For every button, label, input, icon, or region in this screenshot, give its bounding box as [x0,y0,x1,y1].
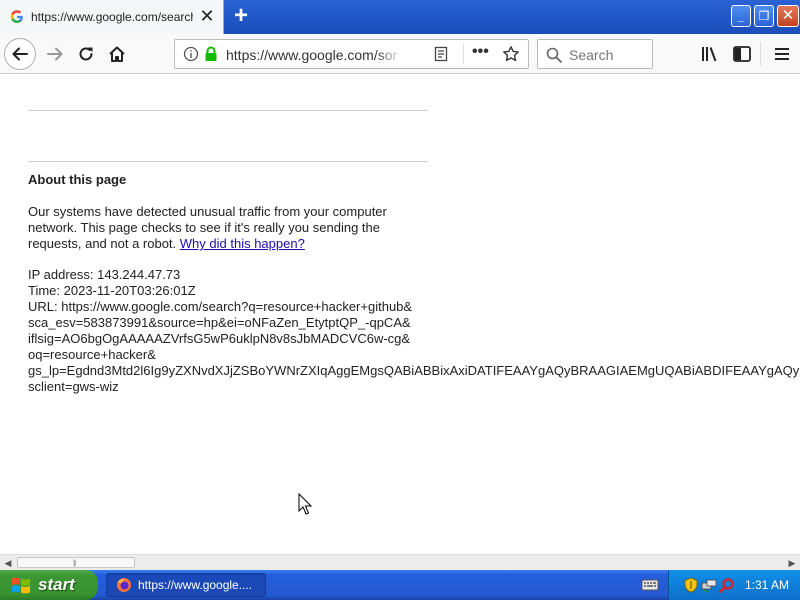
scrollbar-grip-icon: ||| [73,560,77,567]
home-button[interactable] [102,39,132,69]
browser-tab-active[interactable]: https://www.google.com/search?q ✕ [0,0,224,34]
why-did-this-happen-link[interactable]: Why did this happen? [180,236,305,251]
reader-view-icon[interactable] [433,46,449,62]
divider [28,110,428,111]
address-bar-divider [463,44,464,64]
search-box[interactable]: Search [537,39,653,69]
system-tray: 1:31 AM [668,570,800,600]
url-line: sca_esv=583873991&source=hp&ei=oNFaZen_E… [28,315,411,330]
timestamp: Time: 2023-11-20T03:26:01Z [28,283,196,298]
taskbar-item-label: https://www.google.... [138,578,253,592]
scroll-left-arrow-icon[interactable]: ◀ [2,557,14,569]
horizontal-scrollbar[interactable]: ◀ ||| ▶ [0,554,800,570]
search-icon [546,47,562,63]
url-line: gs_lp=Egdnd3Mtd2l6Ig9yZXNvdXJjZSBoYWNrZX… [28,363,800,378]
ip-address: IP address: 143.244.47.73 [28,267,181,282]
tab-title: https://www.google.com/search?q [31,10,193,24]
url-line: oq=resource+hacker& [28,347,156,362]
windows-logo-icon [12,577,30,594]
mouse-cursor-icon [298,493,312,515]
unusual-traffic-paragraph: Our systems have detected unusual traffi… [28,204,398,252]
back-button[interactable] [4,38,36,70]
search-placeholder[interactable]: Search [569,47,613,63]
url-line: sclient=gws-wiz [28,379,119,394]
bookmark-star-icon[interactable] [502,45,520,63]
info-icon[interactable] [183,46,199,62]
scroll-right-arrow-icon[interactable]: ▶ [786,557,798,569]
google-g-icon [9,9,25,25]
page-content: About this page Our systems have detecte… [0,75,800,554]
toolbar-divider [760,42,761,66]
navigation-toolbar: https://www.google.com/sorry ••• Search [0,34,800,74]
tab-close-icon[interactable]: ✕ [199,7,215,25]
keyboard-layout-icon[interactable] [641,577,659,593]
start-label: start [38,575,75,594]
forward-button[interactable] [40,39,70,69]
close-window-button[interactable]: ✕ [777,5,799,27]
forward-arrow-icon [47,47,63,61]
url-fade [375,42,403,66]
divider [28,161,428,162]
search-magnifier-tray-icon[interactable] [719,577,735,593]
clock[interactable]: 1:31 AM [745,578,789,592]
window-title-bar: https://www.google.com/search?q ✕ + _ ❐ … [0,0,800,34]
address-bar[interactable]: https://www.google.com/sorry ••• [174,39,529,69]
back-arrow-icon [12,47,28,61]
minimize-button[interactable]: _ [731,5,751,27]
lock-icon[interactable] [204,46,218,62]
security-shield-icon[interactable] [683,577,699,593]
network-icon[interactable] [701,577,717,593]
url-line: URL: https://www.google.com/search?q=res… [28,299,413,314]
request-info: IP address: 143.244.47.73 Time: 2023-11-… [28,267,800,395]
taskbar: start https://www.google.... 1:31 AM [0,570,800,600]
reload-button[interactable] [71,39,101,69]
firefox-icon [117,578,131,592]
url-line: iflsig=AO6bgOgAAAAAZVrfsG5wP6uklpN8v8sJb… [28,331,411,346]
url-text[interactable]: https://www.google.com/sorry [226,47,398,63]
home-icon [109,46,125,62]
maximize-button[interactable]: ❐ [754,5,774,27]
reload-icon [79,47,93,61]
hamburger-menu-icon[interactable] [772,44,792,64]
taskbar-item-browser[interactable]: https://www.google.... [106,573,266,597]
page-actions-icon[interactable]: ••• [472,43,489,61]
scrollbar-thumb[interactable]: ||| [17,557,135,568]
sidebar-icon[interactable] [732,44,752,64]
start-button[interactable]: start [0,570,98,600]
new-tab-button[interactable]: + [228,4,254,30]
about-heading: About this page [28,172,127,187]
library-icon[interactable] [700,44,720,64]
